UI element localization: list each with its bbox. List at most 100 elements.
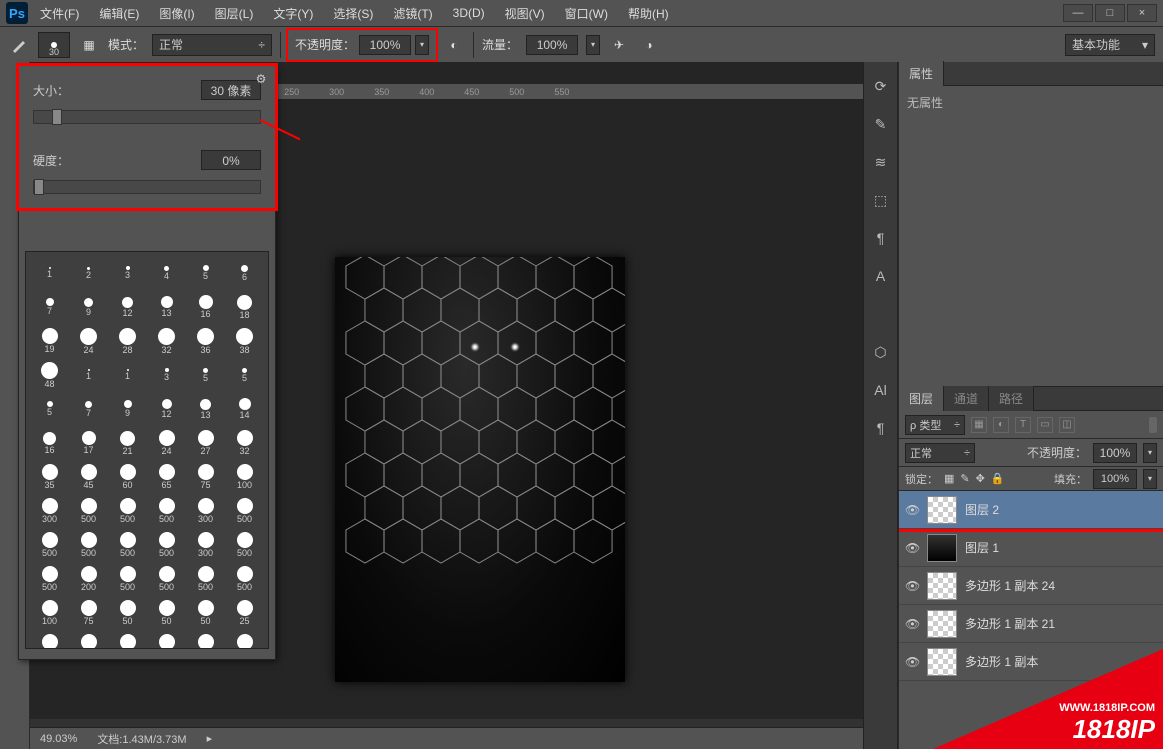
brush-preset[interactable]: 300 bbox=[186, 494, 225, 528]
filter-adjust-icon[interactable]: ◐ bbox=[993, 417, 1009, 433]
filter-type-icon[interactable]: T bbox=[1015, 417, 1031, 433]
clone-source-icon[interactable]: ⬚ bbox=[871, 190, 891, 210]
menu-file[interactable]: 文件(F) bbox=[32, 2, 87, 25]
brush-preset[interactable]: 36 bbox=[186, 324, 225, 358]
lock-position-icon[interactable]: ✥ bbox=[976, 472, 985, 485]
brush-preset[interactable]: 25 bbox=[225, 596, 264, 630]
brush-preset[interactable]: 12 bbox=[147, 392, 186, 426]
menu-image[interactable]: 图像(I) bbox=[151, 2, 202, 25]
brush-preset[interactable]: 100 bbox=[225, 630, 264, 649]
brush-preset[interactable]: 24 bbox=[147, 426, 186, 460]
brush-preset[interactable]: 7 bbox=[30, 290, 69, 324]
zoom-level[interactable]: 49.03% bbox=[40, 733, 77, 745]
brush-preset[interactable]: 300 bbox=[30, 494, 69, 528]
brush-preset[interactable]: 45 bbox=[69, 460, 108, 494]
brush-preset[interactable]: 16 bbox=[186, 290, 225, 324]
menu-view[interactable]: 视图(V) bbox=[497, 2, 553, 25]
brush-preset[interactable]: 500 bbox=[186, 562, 225, 596]
brush-preset[interactable]: 3 bbox=[108, 256, 147, 290]
brush-preset[interactable]: 9 bbox=[69, 290, 108, 324]
lock-transparent-icon[interactable]: ▦ bbox=[944, 472, 954, 485]
brush-preset[interactable]: 13 bbox=[147, 290, 186, 324]
brush-preset[interactable]: 18 bbox=[225, 290, 264, 324]
maximize-button[interactable]: □ bbox=[1095, 4, 1125, 22]
brush-preset[interactable]: 25 bbox=[147, 630, 186, 649]
brush-preset[interactable]: 500 bbox=[225, 494, 264, 528]
brush-preset[interactable]: 25 bbox=[30, 630, 69, 649]
brush-preset[interactable]: 137 bbox=[108, 630, 147, 649]
brush-preset[interactable]: 500 bbox=[225, 562, 264, 596]
brush-preset[interactable]: 75 bbox=[186, 460, 225, 494]
filter-smart-icon[interactable]: ◫ bbox=[1059, 417, 1075, 433]
canvas[interactable] bbox=[335, 257, 625, 682]
layer-thumbnail[interactable] bbox=[927, 610, 957, 638]
brush-preset[interactable]: 17 bbox=[69, 426, 108, 460]
tab-channels[interactable]: 通道 bbox=[944, 386, 989, 411]
filter-shape-icon[interactable]: ▭ bbox=[1037, 417, 1053, 433]
brush-preset[interactable]: 500 bbox=[108, 562, 147, 596]
menu-3d[interactable]: 3D(D) bbox=[445, 3, 493, 23]
layer-thumbnail[interactable] bbox=[927, 534, 957, 562]
brush-preset[interactable]: 500 bbox=[147, 562, 186, 596]
layer-name-label[interactable]: 多边形 1 副本 bbox=[965, 653, 1038, 670]
layer-row[interactable]: 👁多边形 1 副本 24 bbox=[899, 567, 1163, 605]
close-button[interactable]: × bbox=[1127, 4, 1157, 22]
brush-preset[interactable]: 16 bbox=[30, 426, 69, 460]
doc-size[interactable]: 文档:1.43M/3.73M bbox=[97, 731, 186, 747]
layer-fill-arrow[interactable]: ▾ bbox=[1143, 469, 1157, 489]
brush-preset[interactable]: 7 bbox=[69, 392, 108, 426]
brush-preset[interactable]: 14 bbox=[225, 392, 264, 426]
filter-toggle[interactable] bbox=[1149, 417, 1157, 433]
menu-filter[interactable]: 滤镜(T) bbox=[385, 2, 440, 25]
brush-preset[interactable]: 24 bbox=[69, 324, 108, 358]
brush-preset[interactable]: 100 bbox=[30, 596, 69, 630]
brush-preset[interactable]: 12 bbox=[108, 290, 147, 324]
visibility-icon[interactable]: 👁 bbox=[905, 541, 919, 555]
brush-preset[interactable]: 60 bbox=[108, 460, 147, 494]
brush-preset[interactable]: 2 bbox=[69, 256, 108, 290]
layer-name-label[interactable]: 多边形 1 副本 21 bbox=[965, 615, 1055, 632]
brush-preset[interactable]: 50 bbox=[186, 596, 225, 630]
brush-preset[interactable]: 500 bbox=[147, 494, 186, 528]
tab-layers[interactable]: 图层 bbox=[899, 386, 944, 411]
layer-opacity-arrow[interactable]: ▾ bbox=[1143, 443, 1157, 463]
tab-properties[interactable]: 属性 bbox=[899, 61, 944, 86]
brush-preset[interactable]: 25 bbox=[186, 630, 225, 649]
pressure-opacity-icon[interactable]: ◐ bbox=[443, 34, 465, 56]
brush-size-slider[interactable] bbox=[33, 110, 261, 124]
brush-hardness-slider[interactable] bbox=[33, 180, 261, 194]
brush-preset[interactable]: 500 bbox=[225, 528, 264, 562]
layer-row[interactable]: 👁多边形 1 副本 bbox=[899, 643, 1163, 681]
brush-hardness-field[interactable]: 0% bbox=[201, 150, 261, 170]
brush-preset[interactable]: 500 bbox=[147, 528, 186, 562]
brush-preset[interactable]: 300 bbox=[186, 528, 225, 562]
layer-fill-field[interactable]: 100% bbox=[1093, 469, 1137, 489]
brush-preset[interactable]: 50 bbox=[147, 596, 186, 630]
opacity-field[interactable]: 100% bbox=[359, 35, 411, 55]
brush-preset[interactable]: 19 bbox=[30, 324, 69, 358]
flow-field[interactable]: 100% bbox=[526, 35, 578, 55]
brush-preset[interactable]: 500 bbox=[108, 528, 147, 562]
layer-opacity-field[interactable]: 100% bbox=[1093, 443, 1137, 463]
brush-preset[interactable]: 6 bbox=[225, 256, 264, 290]
menu-help[interactable]: 帮助(H) bbox=[620, 2, 677, 25]
opacity-dropdown-icon[interactable]: ▾ bbox=[415, 35, 429, 55]
brush-tool-icon[interactable] bbox=[8, 34, 30, 56]
brush-preset-picker[interactable]: 30 bbox=[38, 32, 70, 58]
brush-preset[interactable]: 500 bbox=[30, 562, 69, 596]
layer-blend-dropdown[interactable]: 正常÷ bbox=[905, 443, 975, 463]
status-arrow-icon[interactable]: ▸ bbox=[207, 732, 213, 745]
brush-preset[interactable]: 4 bbox=[147, 256, 186, 290]
brush-preset[interactable]: 1 bbox=[69, 358, 108, 392]
filter-pixel-icon[interactable]: ▦ bbox=[971, 417, 987, 433]
layer-thumbnail[interactable] bbox=[927, 496, 957, 524]
layer-row[interactable]: 👁多边形 1 副本 21 bbox=[899, 605, 1163, 643]
brush-preset[interactable]: 13 bbox=[186, 392, 225, 426]
layer-thumbnail[interactable] bbox=[927, 648, 957, 676]
brush-preset[interactable]: 500 bbox=[69, 494, 108, 528]
layer-kind-dropdown[interactable]: ρ 类型÷ bbox=[905, 415, 965, 435]
pilcrow-icon[interactable]: ¶ bbox=[871, 418, 891, 438]
brush-preset[interactable]: 50 bbox=[108, 596, 147, 630]
menu-layer[interactable]: 图层(L) bbox=[207, 2, 262, 25]
brush-panel-toggle-icon[interactable]: ▦ bbox=[78, 34, 100, 56]
